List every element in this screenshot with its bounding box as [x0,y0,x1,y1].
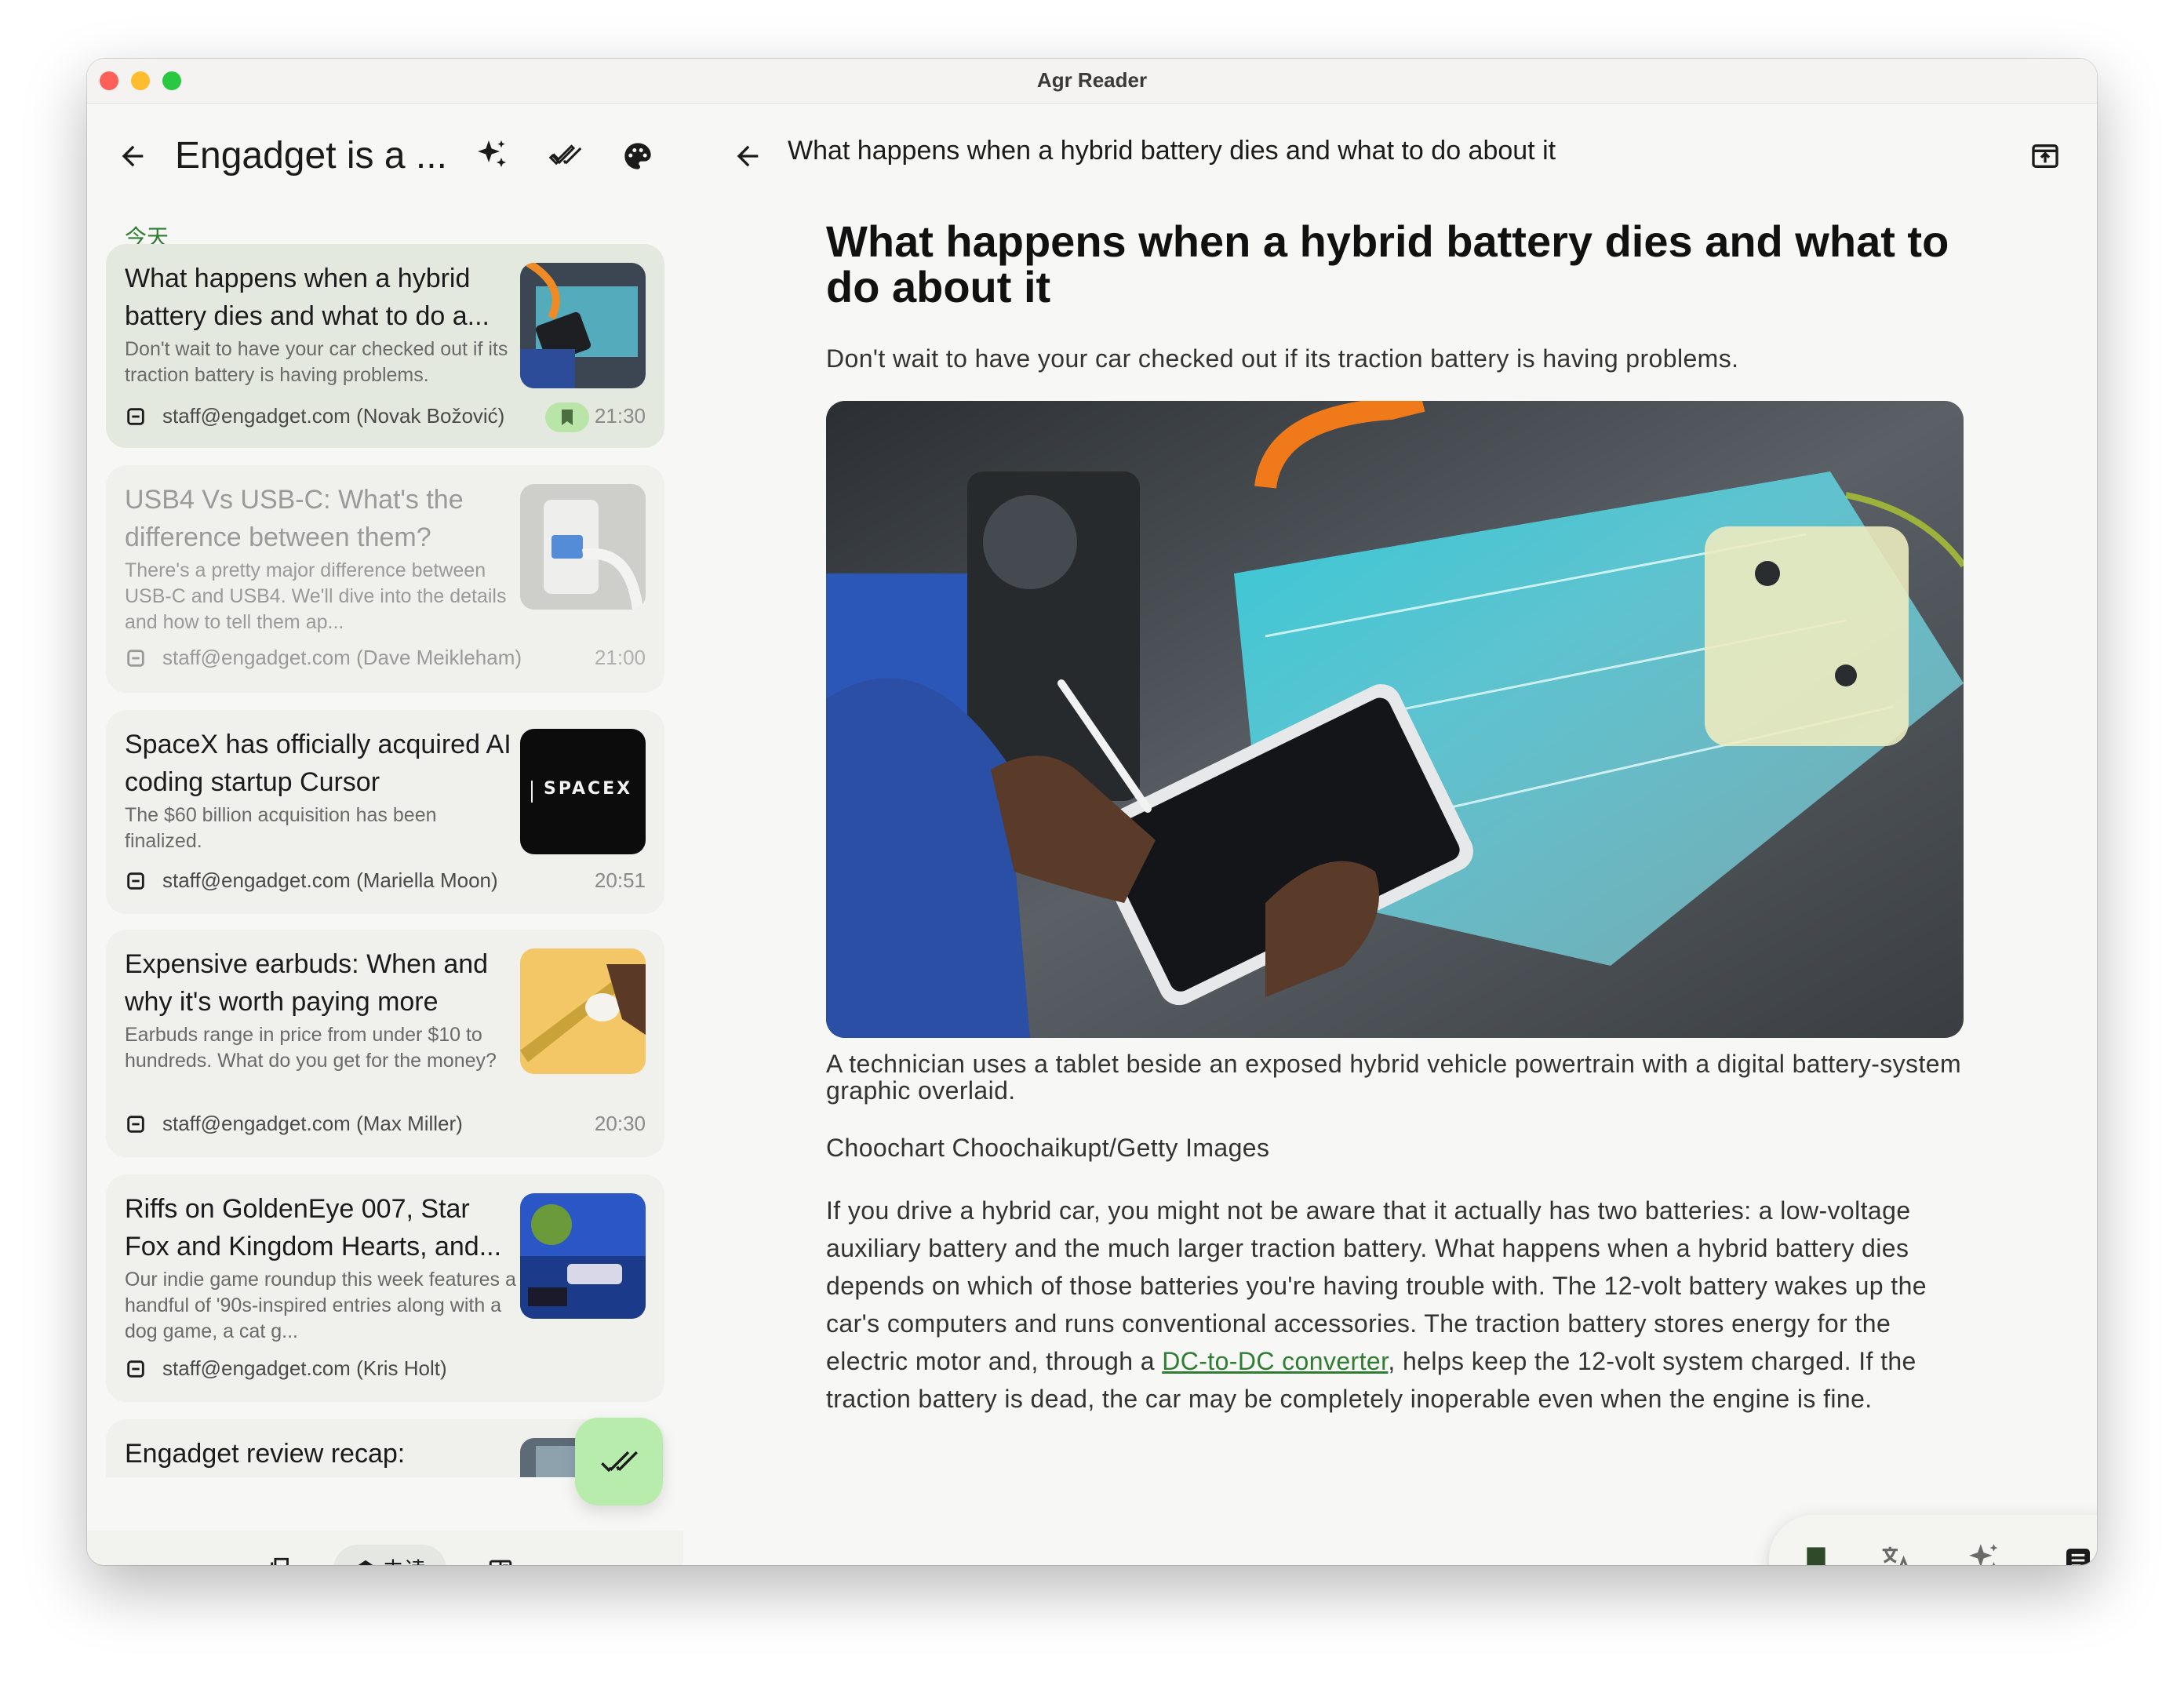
star-article-button[interactable] [1793,1537,1840,1565]
back-arrow-icon [122,145,144,167]
article-author: staff@engadget.com (Novak Božović) [162,404,505,428]
sparkle-icon [478,140,506,167]
all-filter-button[interactable] [476,1545,525,1565]
unread-filter-label: 未读 [382,1553,426,1565]
image-credit: Choochart Choochaikupt/Getty Images [826,1134,1270,1162]
split-view-icon [489,1560,512,1565]
window-title: Agr Reader [1036,68,1148,92]
article-thumbnail [520,263,646,388]
sparkle-icon [1969,1544,1998,1565]
bookmark-icon [562,410,573,425]
article-icon [2066,1549,2090,1565]
dc-dc-converter-link[interactable]: DC-to-DC converter [1162,1347,1388,1375]
feed-icon [127,872,144,890]
close-article-button[interactable] [726,134,770,178]
reader-pane: What happens when a hybrid battery dies … [715,103,2097,1565]
article-author: staff@engadget.com (Mariella Moon) [162,868,498,892]
article-author: staff@engadget.com (Kris Holt) [162,1356,447,1380]
translate-icon [1882,1546,1908,1565]
article-title: SpaceX has officially acquired AI coding… [125,730,511,797]
feed-icon [127,1116,144,1133]
open-in-browser-button[interactable] [2023,134,2067,178]
article-thumbnail: SPACEX [520,729,646,854]
article-thumbnail [520,484,646,610]
title-bar: Agr Reader [87,59,2097,104]
palette-icon [624,143,651,169]
article-title: What happens when a hybrid battery dies … [125,264,490,331]
article-summary: Don't wait to have your car checked out … [125,338,508,386]
article-time: 20:51 [594,868,646,892]
feed-title: Engadget is a ... [175,135,447,177]
unread-filter-button[interactable]: 未读 [333,1545,446,1565]
spacex-logo: SPACEX [544,779,633,799]
article-summary: Our indie game roundup this week feature… [125,1269,516,1342]
bookmark-icon [1807,1547,1825,1565]
article-title: Riffs on GoldenEye 007, Star Fox and Kin… [125,1194,502,1262]
bookmarks-icon [271,1557,289,1565]
article-content: What happens when a hybrid battery dies … [826,219,1964,1451]
article-title: Expensive earbuds: When and why it's wor… [125,949,489,1017]
article-thumbnail [520,1193,646,1319]
back-arrow-icon [737,145,759,167]
feed-icon [127,1360,144,1378]
translate-button[interactable] [1873,1537,1920,1565]
reader-bar-title: What happens when a hybrid battery dies … [788,136,1556,166]
article-card[interactable]: Riffs on GoldenEye 007, Star Fox and Kin… [106,1174,664,1402]
starred-badge[interactable] [545,402,589,432]
article-card[interactable]: USB4 Vs USB-C: What's the difference bet… [106,465,664,693]
feed-header: Engadget is a ... [87,103,683,213]
ai-summary-button[interactable] [470,134,514,178]
article-title: Engadget review recap: [125,1439,406,1469]
article-list[interactable]: What happens when a hybrid battery dies … [106,244,664,1477]
double-check-icon [601,1451,638,1473]
theme-button[interactable] [616,134,660,178]
bottom-navigation: 未读 [87,1531,683,1565]
app-window: Agr Reader Engadget is a ... 今天 What hap… [87,59,2097,1565]
article-author: staff@engadget.com (Dave Meikleham) [162,646,522,669]
feed-icon [127,650,144,667]
unread-mail-icon [358,1560,373,1565]
article-subhead: Don't wait to have your car checked out … [826,344,1739,373]
article-list-pane: Engadget is a ... 今天 What happens when a… [87,103,683,1565]
article-time: 21:30 [594,404,646,428]
article-body: If you drive a hybrid car, you might not… [826,1192,1964,1451]
mark-read-fab[interactable] [575,1418,663,1505]
feed-icon [127,408,144,425]
article-card[interactable]: SpaceX has officially acquired AI coding… [106,710,664,914]
article-card[interactable]: What happens when a hybrid battery dies … [106,244,664,448]
article-title: USB4 Vs USB-C: What's the difference bet… [125,485,464,552]
open-external-icon [2032,144,2058,168]
article-author: staff@engadget.com (Max Miller) [162,1112,463,1135]
reader-mode-button[interactable] [2055,1537,2097,1565]
article-summary: The $60 billion acquisition has been fin… [125,804,437,852]
article-headline: What happens when a hybrid battery dies … [826,217,1949,311]
article-time: 21:00 [594,646,646,669]
ai-assist-button[interactable] [1960,1537,2007,1565]
image-caption: A technician uses a tablet beside an exp… [826,1050,1961,1105]
article-time: 20:30 [594,1112,646,1135]
article-card[interactable]: Expensive earbuds: When and why it's wor… [106,930,664,1157]
hero-image [826,401,1964,1038]
starred-filter-button[interactable] [257,1545,305,1565]
double-check-icon [548,144,582,166]
reader-toolbar: What happens when a hybrid battery dies … [715,103,2097,213]
thumb-divider [531,781,533,803]
reader-action-bar [1769,1515,2097,1565]
article-thumbnail [520,948,646,1074]
article-summary: Earbuds range in price from under $10 to… [125,1024,497,1072]
mark-all-read-button[interactable] [544,134,588,178]
article-summary: There's a pretty major difference betwee… [125,559,507,633]
back-button[interactable] [111,134,155,178]
